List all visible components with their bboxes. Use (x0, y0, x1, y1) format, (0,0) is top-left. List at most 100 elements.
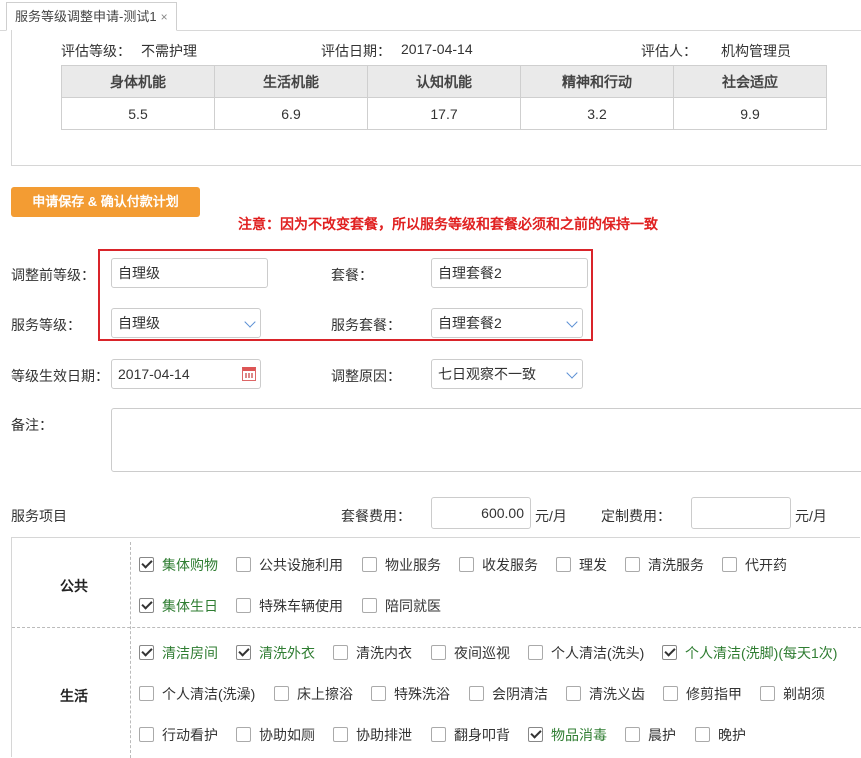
effective-date-value: 2017-04-14 (118, 366, 190, 382)
header-cell: 精神和行动 (520, 65, 674, 98)
service-checkbox-item[interactable]: 理发 (556, 555, 607, 575)
service-checkbox-item[interactable]: 修剪指甲 (663, 684, 742, 704)
checkbox-checked-icon[interactable] (139, 557, 154, 572)
service-item-label: 个人清洁(洗脚)(每天1次) (685, 645, 838, 661)
service-checkbox-item[interactable]: 翻身叩背 (431, 725, 510, 745)
package-label: 套餐： (331, 267, 373, 283)
service-checkbox-item[interactable]: 个人清洁(洗澡) (139, 684, 255, 704)
service-checkbox-item[interactable]: 协助如厕 (236, 725, 315, 745)
service-checkbox-item[interactable]: 陪同就医 (362, 596, 441, 616)
checkbox-checked-icon[interactable] (662, 645, 677, 660)
score-cell: 3.2 (520, 97, 674, 130)
reason-label: 调整原因： (331, 368, 401, 384)
divider (130, 542, 131, 758)
tab-service-level-adjust[interactable]: 服务等级调整申请-测试1 × (6, 2, 177, 31)
service-checkbox-item[interactable]: 协助排泄 (333, 725, 412, 745)
calendar-icon[interactable] (242, 367, 256, 381)
service-checkbox-item[interactable]: 清洗服务 (625, 555, 704, 575)
effective-date-input[interactable]: 2017-04-14 (111, 359, 261, 389)
service-checkbox-item[interactable]: 集体生日 (139, 596, 218, 616)
score-cell: 9.9 (673, 97, 827, 130)
reason-select[interactable]: 七日观察不一致 (431, 359, 583, 389)
service-item-label: 翻身叩背 (454, 727, 510, 743)
checkbox-empty-icon[interactable] (695, 727, 710, 742)
checkbox-empty-icon[interactable] (566, 686, 581, 701)
header-cell: 认知机能 (367, 65, 521, 98)
service-package-select[interactable]: 自理套餐2 (431, 308, 583, 338)
checkbox-empty-icon[interactable] (469, 686, 484, 701)
service-checkbox-item[interactable]: 特殊洗浴 (371, 684, 450, 704)
service-package-value: 自理套餐2 (438, 315, 502, 331)
checkbox-empty-icon[interactable] (139, 686, 154, 701)
service-checkbox-item[interactable]: 物品消毒 (528, 725, 607, 745)
service-checkbox-item[interactable]: 清洗内衣 (333, 643, 412, 663)
custom-fee-unit: 元/月 (795, 508, 827, 524)
checkbox-empty-icon[interactable] (722, 557, 737, 572)
service-item-label: 清洁房间 (162, 645, 218, 661)
service-checkbox-item[interactable]: 集体购物 (139, 555, 218, 575)
package-fee-input[interactable]: 600.00 (431, 497, 531, 529)
service-item-label: 清洗内衣 (356, 645, 412, 661)
service-checkbox-item[interactable]: 公共设施利用 (236, 555, 343, 575)
checkbox-empty-icon[interactable] (274, 686, 289, 701)
notice-text: 注意：因为不改变套餐，所以服务等级和套餐必须和之前的保持一致 (238, 216, 658, 232)
service-item-label: 晚护 (718, 727, 746, 743)
eval-assessor-label: 评估人： (641, 43, 697, 59)
service-checkbox-item[interactable]: 行动看护 (139, 725, 218, 745)
checkbox-empty-icon[interactable] (625, 557, 640, 572)
service-checkbox-item[interactable]: 特殊车辆使用 (236, 596, 343, 616)
service-checkbox-item[interactable]: 代开药 (722, 555, 787, 575)
checkbox-empty-icon[interactable] (236, 727, 251, 742)
service-level-select[interactable]: 自理级 (111, 308, 261, 338)
service-checkbox-item[interactable]: 物业服务 (362, 555, 441, 575)
service-checkbox-item[interactable]: 清洁房间 (139, 643, 218, 663)
checkbox-empty-icon[interactable] (625, 727, 640, 742)
checkbox-empty-icon[interactable] (333, 727, 348, 742)
checkbox-empty-icon[interactable] (431, 645, 446, 660)
service-item-label: 物业服务 (385, 557, 441, 573)
checkbox-empty-icon[interactable] (431, 727, 446, 742)
service-checkbox-item[interactable]: 剃胡须 (760, 684, 825, 704)
service-checkbox-item[interactable]: 清洗外衣 (236, 643, 315, 663)
checkbox-checked-icon[interactable] (139, 598, 154, 613)
service-checkbox-item[interactable]: 晚护 (695, 725, 746, 745)
checkbox-empty-icon[interactable] (760, 686, 775, 701)
checkbox-empty-icon[interactable] (371, 686, 386, 701)
custom-fee-label: 定制费用： (601, 508, 671, 524)
score-cell: 5.5 (61, 97, 215, 130)
service-checkbox-item[interactable]: 个人清洁(洗头) (528, 643, 644, 663)
checkbox-empty-icon[interactable] (528, 645, 543, 660)
remark-textarea[interactable] (111, 408, 861, 472)
service-item-label: 协助排泄 (356, 727, 412, 743)
checkbox-empty-icon[interactable] (236, 598, 251, 613)
checkbox-checked-icon[interactable] (528, 727, 543, 742)
service-item-label: 床上擦浴 (297, 686, 353, 702)
checkbox-empty-icon[interactable] (362, 557, 377, 572)
prev-level-label: 调整前等级： (11, 267, 95, 283)
service-item-label: 代开药 (745, 557, 787, 573)
service-checkbox-item[interactable]: 个人清洁(洗脚)(每天1次) (662, 643, 837, 663)
service-item-label: 个人清洁(洗头) (551, 645, 645, 661)
checkbox-empty-icon[interactable] (663, 686, 678, 701)
eval-date-value: 2017-04-14 (401, 41, 473, 57)
eval-level-value: 不需护理 (141, 43, 197, 59)
tab-close-icon[interactable]: × (161, 10, 168, 24)
custom-fee-input[interactable] (691, 497, 791, 529)
checkbox-empty-icon[interactable] (459, 557, 474, 572)
checkbox-empty-icon[interactable] (362, 598, 377, 613)
checkbox-empty-icon[interactable] (236, 557, 251, 572)
checkbox-checked-icon[interactable] (236, 645, 251, 660)
prev-level-field[interactable]: 自理级 (111, 258, 268, 288)
service-checkbox-item[interactable]: 床上擦浴 (274, 684, 353, 704)
service-checkbox-item[interactable]: 晨护 (625, 725, 676, 745)
checkbox-empty-icon[interactable] (333, 645, 348, 660)
checkbox-empty-icon[interactable] (556, 557, 571, 572)
save-confirm-payment-button[interactable]: 申请保存 & 确认付款计划 (11, 187, 200, 217)
service-checkbox-item[interactable]: 清洗义齿 (566, 684, 645, 704)
service-checkbox-item[interactable]: 收发服务 (459, 555, 538, 575)
checkbox-checked-icon[interactable] (139, 645, 154, 660)
service-checkbox-item[interactable]: 夜间巡视 (431, 643, 510, 663)
checkbox-empty-icon[interactable] (139, 727, 154, 742)
service-checkbox-item[interactable]: 会阴清洁 (469, 684, 548, 704)
package-field[interactable]: 自理套餐2 (431, 258, 588, 288)
